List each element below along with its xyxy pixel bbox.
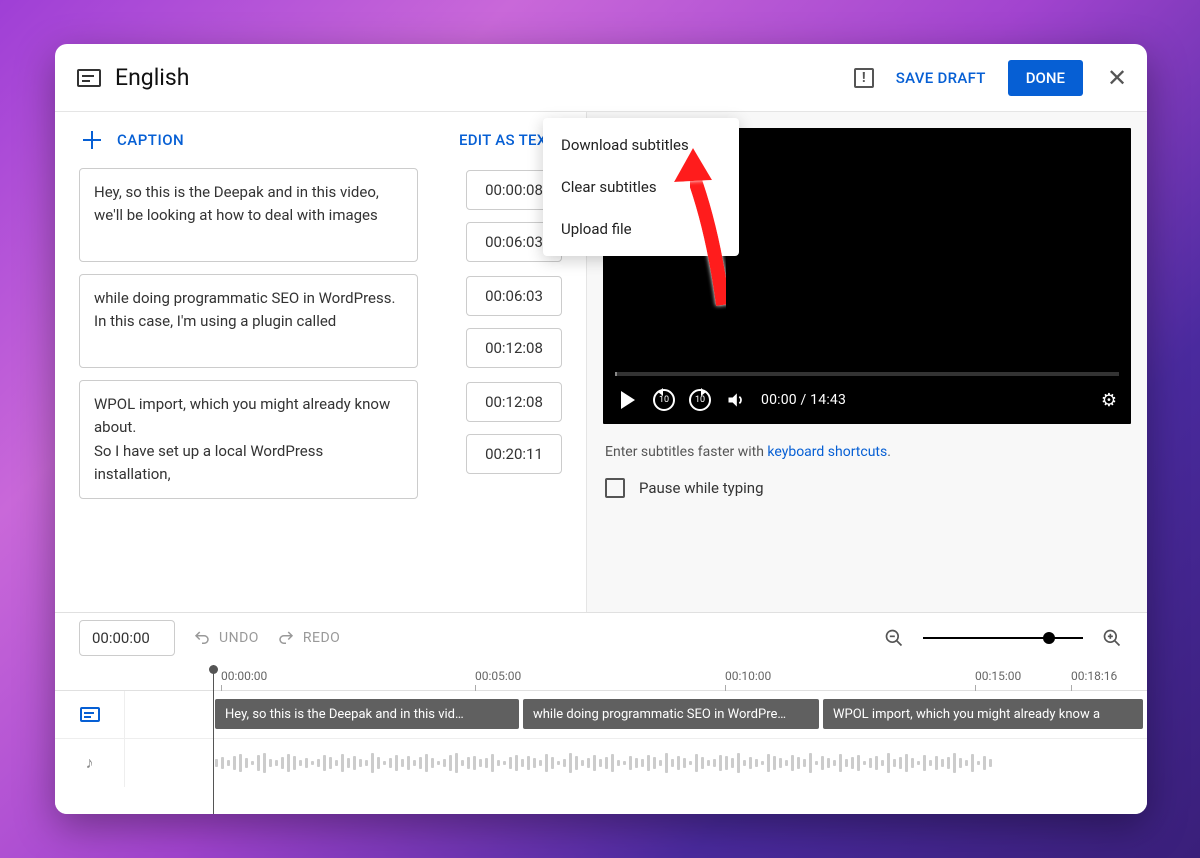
timeline-clip[interactable]: Hey, so this is the Deepak and in this v…: [215, 699, 519, 729]
zoom-out-button[interactable]: [883, 627, 905, 649]
feedback-icon[interactable]: !: [854, 68, 874, 88]
audio-waveform: [215, 753, 1137, 773]
close-icon[interactable]: ✕: [1105, 64, 1129, 92]
caption-row: Hey, so this is the Deepak and in this v…: [79, 168, 562, 262]
ruler-tick: 00:10:00: [725, 669, 771, 683]
keyboard-hint: Enter subtitles faster with keyboard sho…: [587, 440, 1147, 470]
redo-button[interactable]: REDO: [277, 629, 340, 647]
caption-text-input[interactable]: while doing programmatic SEO in WordPres…: [79, 274, 418, 368]
caption-toolbar: CAPTION EDIT AS TEXT: [55, 112, 586, 168]
pause-while-typing-label: Pause while typing: [639, 479, 764, 497]
caption-list: Hey, so this is the Deepak and in this v…: [55, 168, 586, 612]
timeline-controls: 00:00:00 UNDO REDO: [55, 613, 1147, 663]
zoom-in-button[interactable]: [1101, 627, 1123, 649]
caption-text-input[interactable]: WPOL import, which you might already kno…: [79, 380, 418, 499]
timeline-time-input[interactable]: 00:00:00: [79, 620, 175, 656]
edit-as-text-button[interactable]: EDIT AS TEXT: [459, 131, 556, 149]
play-button[interactable]: [617, 389, 639, 411]
undo-button[interactable]: UNDO: [193, 629, 259, 647]
caption-end-time[interactable]: 00:12:08: [466, 328, 562, 368]
audio-track: ♪: [55, 739, 1147, 787]
plus-icon: [81, 129, 103, 151]
caption-row: while doing programmatic SEO in WordPres…: [79, 274, 562, 368]
skip-back-10-button[interactable]: 10: [653, 389, 675, 411]
caption-track-label: [55, 691, 125, 738]
ruler-tick: 00:05:00: [475, 669, 521, 683]
ruler-tick: 00:18:16: [1071, 669, 1117, 683]
caption-start-time[interactable]: 00:12:08: [466, 382, 562, 422]
captions-icon: [77, 69, 101, 87]
skip-forward-10-button[interactable]: 10: [689, 389, 711, 411]
caption-end-time[interactable]: 00:20:11: [466, 434, 562, 474]
timeline-panel: 00:00:00 UNDO REDO 00:00:00: [55, 612, 1147, 814]
timeline[interactable]: 00:00:00 00:05:00 00:10:00 00:15:00 00:1…: [55, 663, 1147, 814]
keyboard-shortcuts-link[interactable]: keyboard shortcuts: [767, 444, 887, 460]
menu-clear-subtitles[interactable]: Clear subtitles: [543, 166, 739, 208]
save-draft-button[interactable]: SAVE DRAFT: [896, 69, 986, 87]
music-note-icon: ♪: [86, 753, 94, 773]
timeline-clip[interactable]: WPOL import, which you might already kno…: [823, 699, 1143, 729]
caption-row: WPOL import, which you might already kno…: [79, 380, 562, 499]
menu-download-subtitles[interactable]: Download subtitles: [543, 124, 739, 166]
caption-text-input[interactable]: Hey, so this is the Deepak and in this v…: [79, 168, 418, 262]
player-time: 00:00 / 14:43: [761, 392, 846, 408]
caption-pane: CAPTION EDIT AS TEXT Hey, so this is the…: [55, 112, 587, 612]
zoom-controls: [883, 627, 1123, 649]
audio-track-label: ♪: [55, 739, 125, 787]
options-menu: Download subtitles Clear subtitles Uploa…: [543, 118, 739, 256]
ruler-tick: 00:00:00: [221, 669, 267, 683]
pause-while-typing-checkbox[interactable]: [605, 478, 625, 498]
pause-while-typing-row: Pause while typing: [587, 470, 1147, 506]
header: English ! SAVE DRAFT DONE ✕: [55, 44, 1147, 112]
caption-track: Hey, so this is the Deepak and in this v…: [55, 691, 1147, 739]
ruler-tick: 00:15:00: [975, 669, 1021, 683]
undo-label: UNDO: [219, 630, 259, 646]
player-controls: 10 10 00:00 / 14:43 ⚙: [603, 376, 1131, 424]
caption-start-time[interactable]: 00:06:03: [466, 276, 562, 316]
hint-suffix: .: [887, 444, 891, 460]
timeline-ruler: 00:00:00 00:05:00 00:10:00 00:15:00 00:1…: [55, 663, 1147, 691]
page-title: English: [115, 64, 189, 91]
timeline-clip[interactable]: while doing programmatic SEO in WordPre…: [523, 699, 819, 729]
zoom-slider[interactable]: [923, 637, 1083, 639]
redo-label: REDO: [303, 630, 340, 646]
hint-prefix: Enter subtitles faster with: [605, 444, 767, 460]
settings-gear-icon[interactable]: ⚙: [1101, 390, 1117, 411]
playhead[interactable]: [213, 665, 214, 814]
done-button[interactable]: DONE: [1008, 60, 1083, 96]
add-caption-label: CAPTION: [117, 131, 184, 149]
add-caption-button[interactable]: CAPTION: [81, 129, 184, 151]
volume-button[interactable]: [725, 389, 747, 411]
captions-icon: [80, 707, 100, 722]
menu-upload-file[interactable]: Upload file: [543, 208, 739, 250]
